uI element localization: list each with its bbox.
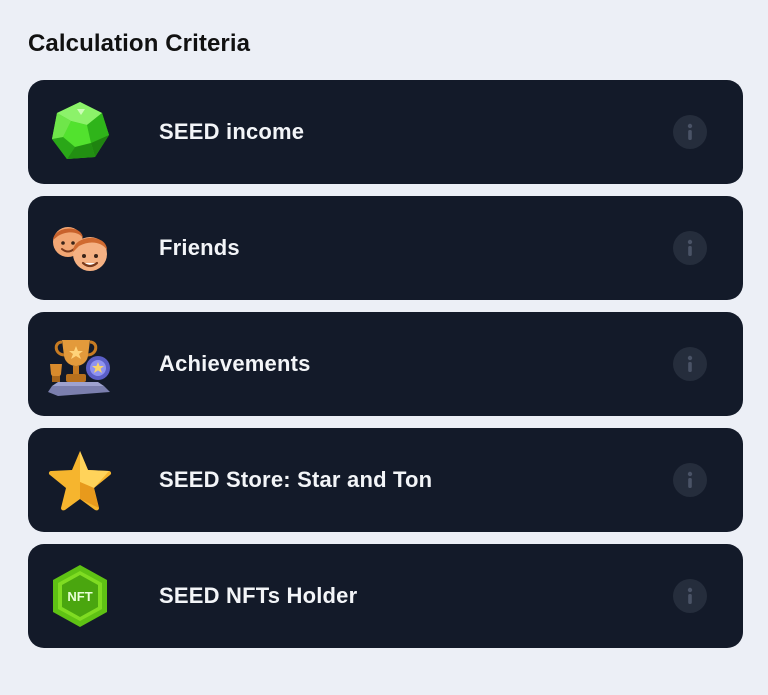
info-icon[interactable] [673,579,707,613]
star-icon [46,446,114,514]
criteria-label: SEED Store: Star and Ton [159,467,433,492]
criteria-item-seed-store[interactable]: SEED Store: Star and Ton [28,428,743,532]
section-title: Calculation Criteria [28,30,251,57]
criteria-item-friends[interactable]: Friends [28,196,743,300]
nft-badge-text: NFT [67,589,92,604]
criteria-item-seed-income[interactable]: SEED income [28,80,743,184]
info-icon[interactable] [673,115,707,149]
criteria-label: SEED income [159,119,305,144]
criteria-item-seed-nfts-holder[interactable]: NFT SEED NFTs Holder [28,544,743,648]
criteria-item-achievements[interactable]: Achievements [28,312,743,416]
info-icon[interactable] [673,463,707,497]
info-icon[interactable] [673,231,707,265]
trophy-medal-icon [46,330,114,398]
nft-hexagon-icon: NFT [46,562,114,630]
green-gem-icon [46,98,114,166]
criteria-list: SEED income Friends Achievements SEED St… [28,80,743,648]
criteria-label: Achievements [159,351,311,376]
criteria-label: Friends [159,235,240,260]
info-icon[interactable] [673,347,707,381]
friends-faces-icon [46,214,114,282]
criteria-label: SEED NFTs Holder [159,583,358,608]
calculation-criteria-section: Calculation Criteria SEED income Friends… [0,0,768,695]
